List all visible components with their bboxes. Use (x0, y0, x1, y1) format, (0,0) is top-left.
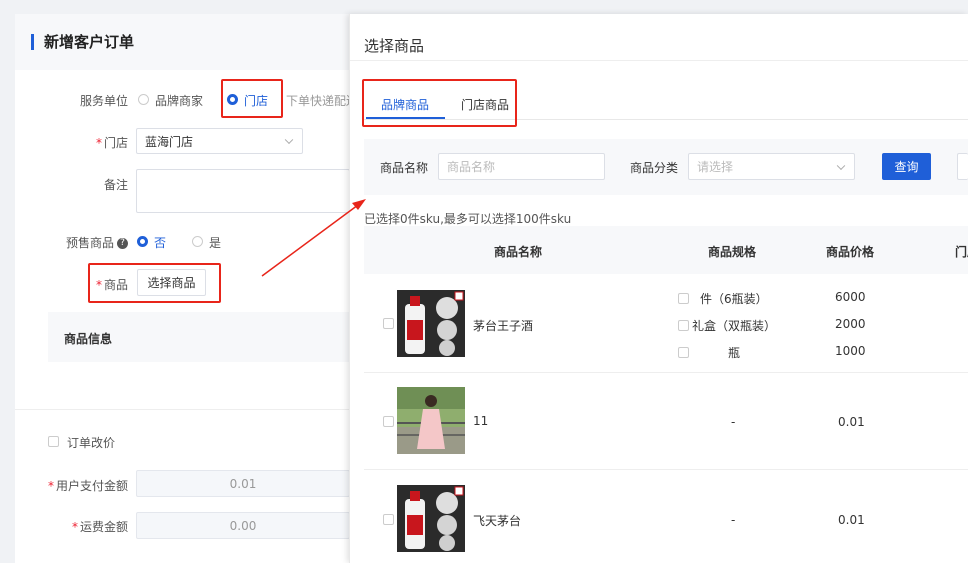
divider (15, 409, 360, 410)
pay-amount-label: * 用户支付金额 (47, 479, 128, 493)
highlight-box-store (221, 79, 283, 118)
help-icon[interactable]: ? (117, 238, 128, 249)
spec-label: 礼盒（双瓶装） (692, 319, 777, 333)
page: 新增客户订单 服务单位 品牌商家 门店 下单快递配送 *门店 蓝海门店 备注 预… (0, 0, 968, 563)
row-checkbox[interactable] (383, 318, 394, 329)
price-change-checkbox[interactable] (48, 436, 59, 447)
presale-label: 预售商品? (50, 234, 128, 251)
remark-label: 备注 (103, 178, 128, 192)
price-change-label: 订单改价 (67, 436, 116, 450)
row-divider (364, 469, 968, 470)
highlight-box-goods (88, 263, 221, 303)
category-select[interactable]: 请选择 (688, 153, 855, 180)
remark-textarea[interactable] (136, 169, 350, 213)
spec-price: 0.01 (838, 513, 865, 527)
goods-thumbnail-11 (397, 387, 465, 454)
spec-price: 1000 (835, 344, 866, 358)
store-select-value: 蓝海门店 (145, 134, 194, 149)
store-label: * 门店 (95, 136, 128, 150)
filter-name-label: 商品名称 (379, 161, 428, 175)
presale-radio-yes[interactable] (192, 236, 203, 247)
presale-option-no[interactable]: 否 (154, 234, 166, 251)
goods-name: 茅台王子酒 (473, 319, 534, 333)
spec-checkbox[interactable] (678, 293, 689, 304)
shipping-label: * 运费金额 (71, 520, 128, 534)
chevron-down-icon (836, 161, 846, 170)
chevron-down-icon (284, 135, 294, 145)
spec-price: 0.01 (838, 415, 865, 429)
shipping-input: 0.00 (136, 512, 350, 539)
filter-category-label: 商品分类 (629, 161, 678, 175)
page-title: 新增客户订单 (31, 34, 134, 50)
modal-divider (350, 60, 968, 61)
presale-radio-no[interactable] (137, 236, 148, 247)
service-option-brand[interactable]: 品牌商家 (155, 92, 203, 109)
spec-checkbox[interactable] (678, 347, 689, 358)
store-select[interactable]: 蓝海门店 (136, 128, 303, 154)
spec-price: 6000 (835, 290, 866, 304)
col-goods-name: 商品名称 (494, 245, 543, 259)
table-header (364, 226, 968, 274)
highlight-box-tabs (362, 79, 517, 127)
col-store: 门店 (955, 245, 968, 259)
goods-info-title: 商品信息 (64, 332, 113, 346)
goods-name: 飞天茅台 (473, 514, 522, 528)
goods-thumbnail-feitian-moutai (397, 485, 465, 552)
service-radio-brand[interactable] (138, 94, 149, 105)
spec-label: 件（6瓶装） (700, 292, 768, 306)
spec-label: - (731, 513, 736, 527)
service-unit-label: 服务单位 (79, 94, 128, 108)
service-hint: 下单快递配送 (286, 94, 350, 108)
spec-label: - (731, 415, 736, 429)
spec-price: 2000 (835, 317, 866, 331)
modal-title: 选择商品 (364, 37, 425, 55)
reset-button[interactable] (957, 153, 968, 180)
row-divider (364, 372, 968, 373)
presale-option-yes[interactable]: 是 (209, 234, 221, 251)
spec-checkbox[interactable] (678, 320, 689, 331)
query-button[interactable]: 查询 (882, 153, 931, 180)
goods-thumbnail-moutai-prince (397, 290, 465, 357)
category-placeholder: 请选择 (697, 160, 734, 174)
row-checkbox[interactable] (383, 416, 394, 427)
goods-name-input[interactable]: 商品名称 (438, 153, 605, 180)
spec-label: 瓶 (728, 346, 741, 360)
col-goods-price: 商品价格 (826, 245, 875, 259)
selection-note: 已选择0件sku,最多可以选择100件sku (364, 212, 572, 226)
col-goods-spec: 商品规格 (708, 245, 757, 259)
pay-amount-input: 0.01 (136, 470, 350, 497)
goods-name: 11 (473, 414, 489, 428)
row-checkbox[interactable] (383, 514, 394, 525)
